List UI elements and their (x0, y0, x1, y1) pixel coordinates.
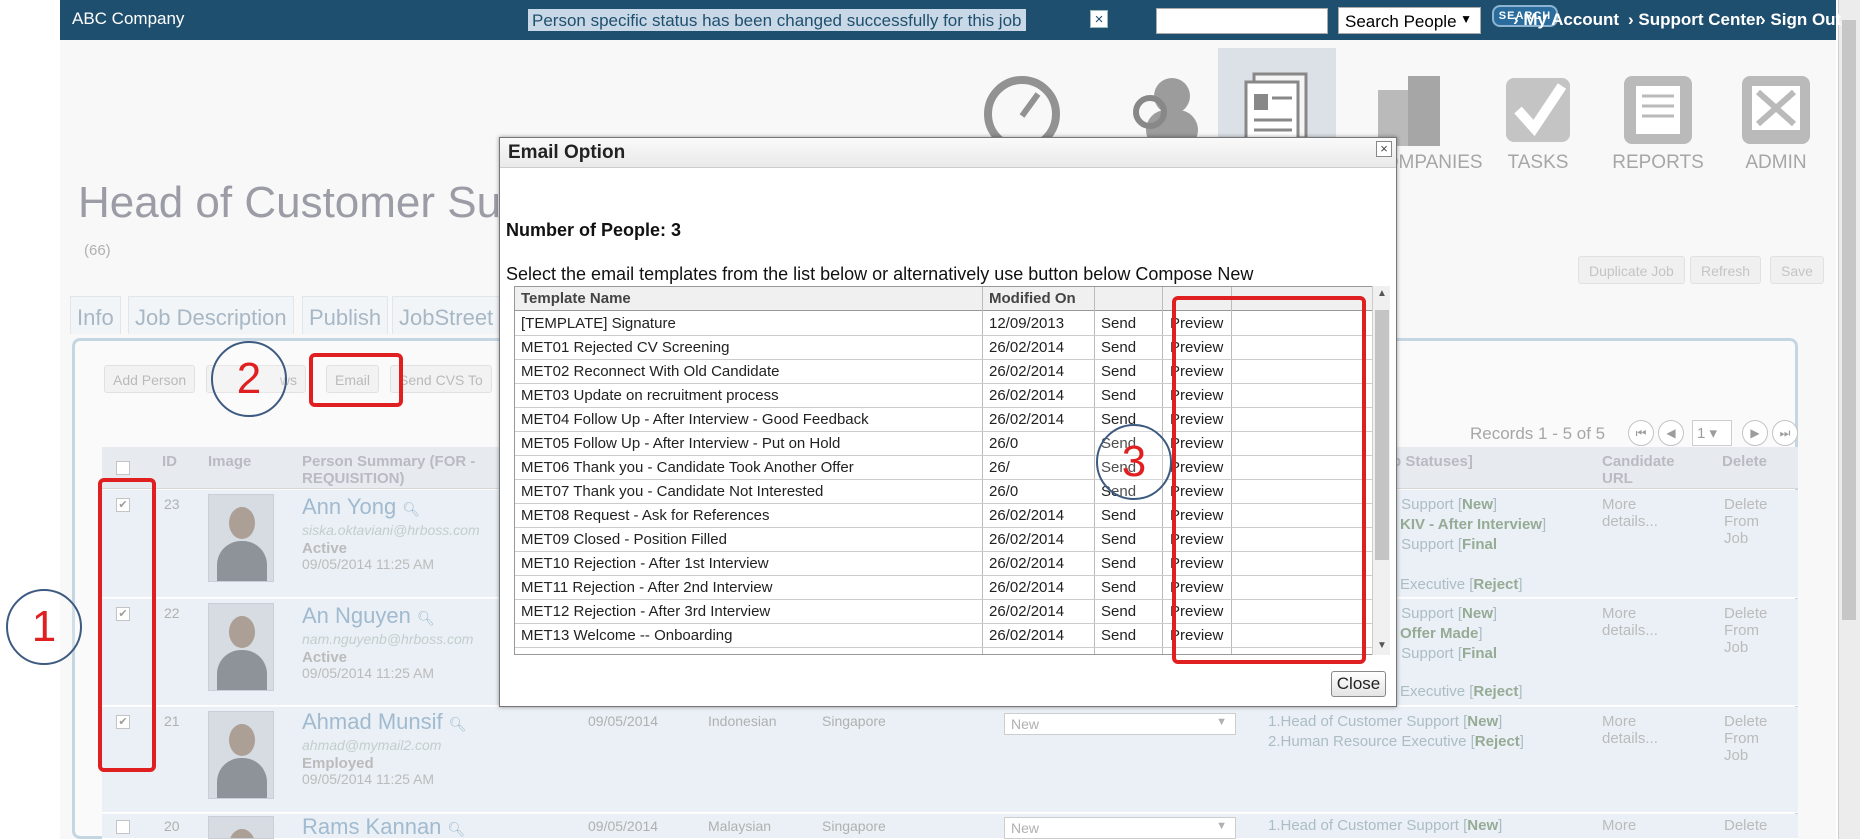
template-name: MET02 Reconnect With Old Candidate (521, 363, 780, 380)
annotation-box-email (309, 353, 403, 407)
search-scope-select[interactable]: Search People ▼ (1338, 7, 1481, 34)
template-name: MET08 Request - Ask for References (521, 507, 770, 524)
template-name: MET05 Follow Up - After Interview - Put … (521, 435, 841, 452)
send-link[interactable]: Send (1101, 363, 1136, 380)
callout-2: 2 (211, 341, 287, 417)
close-button[interactable]: Close (1331, 671, 1386, 697)
template-modified-on: 26/02/2014 (989, 555, 1065, 572)
chevron-down-icon: ▼ (1460, 12, 1472, 26)
top-bar: ABC Company Person specific status has b… (60, 0, 1841, 40)
callout-1: 1 (6, 589, 82, 665)
col-template-name[interactable]: Template Name (521, 290, 631, 307)
close-icon[interactable]: × (1376, 141, 1392, 157)
template-modified-on: 26/02/2014 (989, 507, 1065, 524)
template-scrollbar[interactable]: ▲ ▼ (1372, 286, 1390, 655)
search-scope-value: Search People (1345, 12, 1457, 31)
sign-out-link[interactable]: › Sign Out (1760, 10, 1841, 30)
dialog-instructions: Select the email templates from the list… (506, 264, 1254, 284)
template-modified-on: 26/02/2014 (989, 627, 1065, 644)
send-link[interactable]: Send (1101, 387, 1136, 404)
template-name: MET10 Rejection - After 1st Interview (521, 555, 769, 572)
send-link[interactable]: Send (1101, 555, 1136, 572)
screen: COMPANIES TASKS REPORTS ADMIN Head of Cu… (0, 0, 1860, 839)
template-modified-on: 26/02/2014 (989, 531, 1065, 548)
send-link[interactable]: Send (1101, 579, 1136, 596)
template-modified-on: 26/02/2014 (989, 339, 1065, 356)
template-modified-on: 26/02/2014 (989, 579, 1065, 596)
send-link[interactable]: Send (1101, 531, 1136, 548)
template-name: MET03 Update on recruitment process (521, 387, 779, 404)
callout-3: 3 (1096, 424, 1172, 500)
my-account-link[interactable]: › My Account (1513, 10, 1619, 30)
send-link[interactable]: Send (1101, 339, 1136, 356)
template-modified-on: 26/0 (989, 483, 1019, 500)
template-name: MET12 Rejection - After 3rd Interview (521, 603, 771, 620)
template-name: MET06 Thank you - Candidate Took Another… (521, 459, 854, 476)
scroll-up-icon[interactable]: ▲ (1377, 288, 1387, 299)
template-modified-on: 26/02/2014 (989, 411, 1065, 428)
template-modified-on: 26/02/2014 (989, 387, 1065, 404)
template-modified-on: 26/0 (989, 435, 1019, 452)
number-of-people: Number of People: 3 (506, 220, 682, 240)
template-modified-on: 26/ (989, 459, 1010, 476)
annotation-box-checkboxes (98, 478, 156, 772)
template-name: MET07 Thank you - Candidate Not Interest… (521, 483, 824, 500)
send-link[interactable]: Send (1101, 603, 1136, 620)
dialog-title-bar[interactable]: Email Option × (500, 138, 1396, 168)
template-name: MET11 Rejection - After 2nd Interview (521, 579, 773, 596)
close-icon[interactable]: × (1090, 10, 1108, 28)
search-input[interactable] (1156, 8, 1328, 34)
scroll-down-icon[interactable]: ▼ (1377, 640, 1387, 651)
dialog-title: Email Option (508, 142, 626, 163)
template-modified-on: 26/02/2014 (989, 603, 1065, 620)
annotation-box-send (1172, 296, 1366, 664)
template-name: MET01 Rejected CV Screening (521, 339, 730, 356)
template-modified-on: 26/02/2014 (989, 363, 1065, 380)
send-link[interactable]: Send (1101, 507, 1136, 524)
status-notice: Person specific status has been changed … (528, 9, 1026, 31)
template-scrollbar-thumb[interactable] (1375, 310, 1389, 560)
send-link[interactable]: Send (1101, 315, 1136, 332)
col-modified-on[interactable]: Modified On (989, 290, 1076, 307)
page-scrollbar-thumb[interactable] (1842, 20, 1856, 620)
template-name: MET09 Closed - Position Filled (521, 531, 727, 548)
support-center-link[interactable]: › Support Center (1628, 10, 1762, 30)
send-link[interactable]: Send (1101, 627, 1136, 644)
template-name: [TEMPLATE] Signature (521, 315, 676, 332)
template-name: MET04 Follow Up - After Interview - Good… (521, 411, 869, 428)
template-name: MET13 Welcome -- Onboarding (521, 627, 733, 644)
template-modified-on: 12/09/2013 (989, 315, 1065, 332)
brand-name[interactable]: ABC Company (72, 9, 184, 29)
